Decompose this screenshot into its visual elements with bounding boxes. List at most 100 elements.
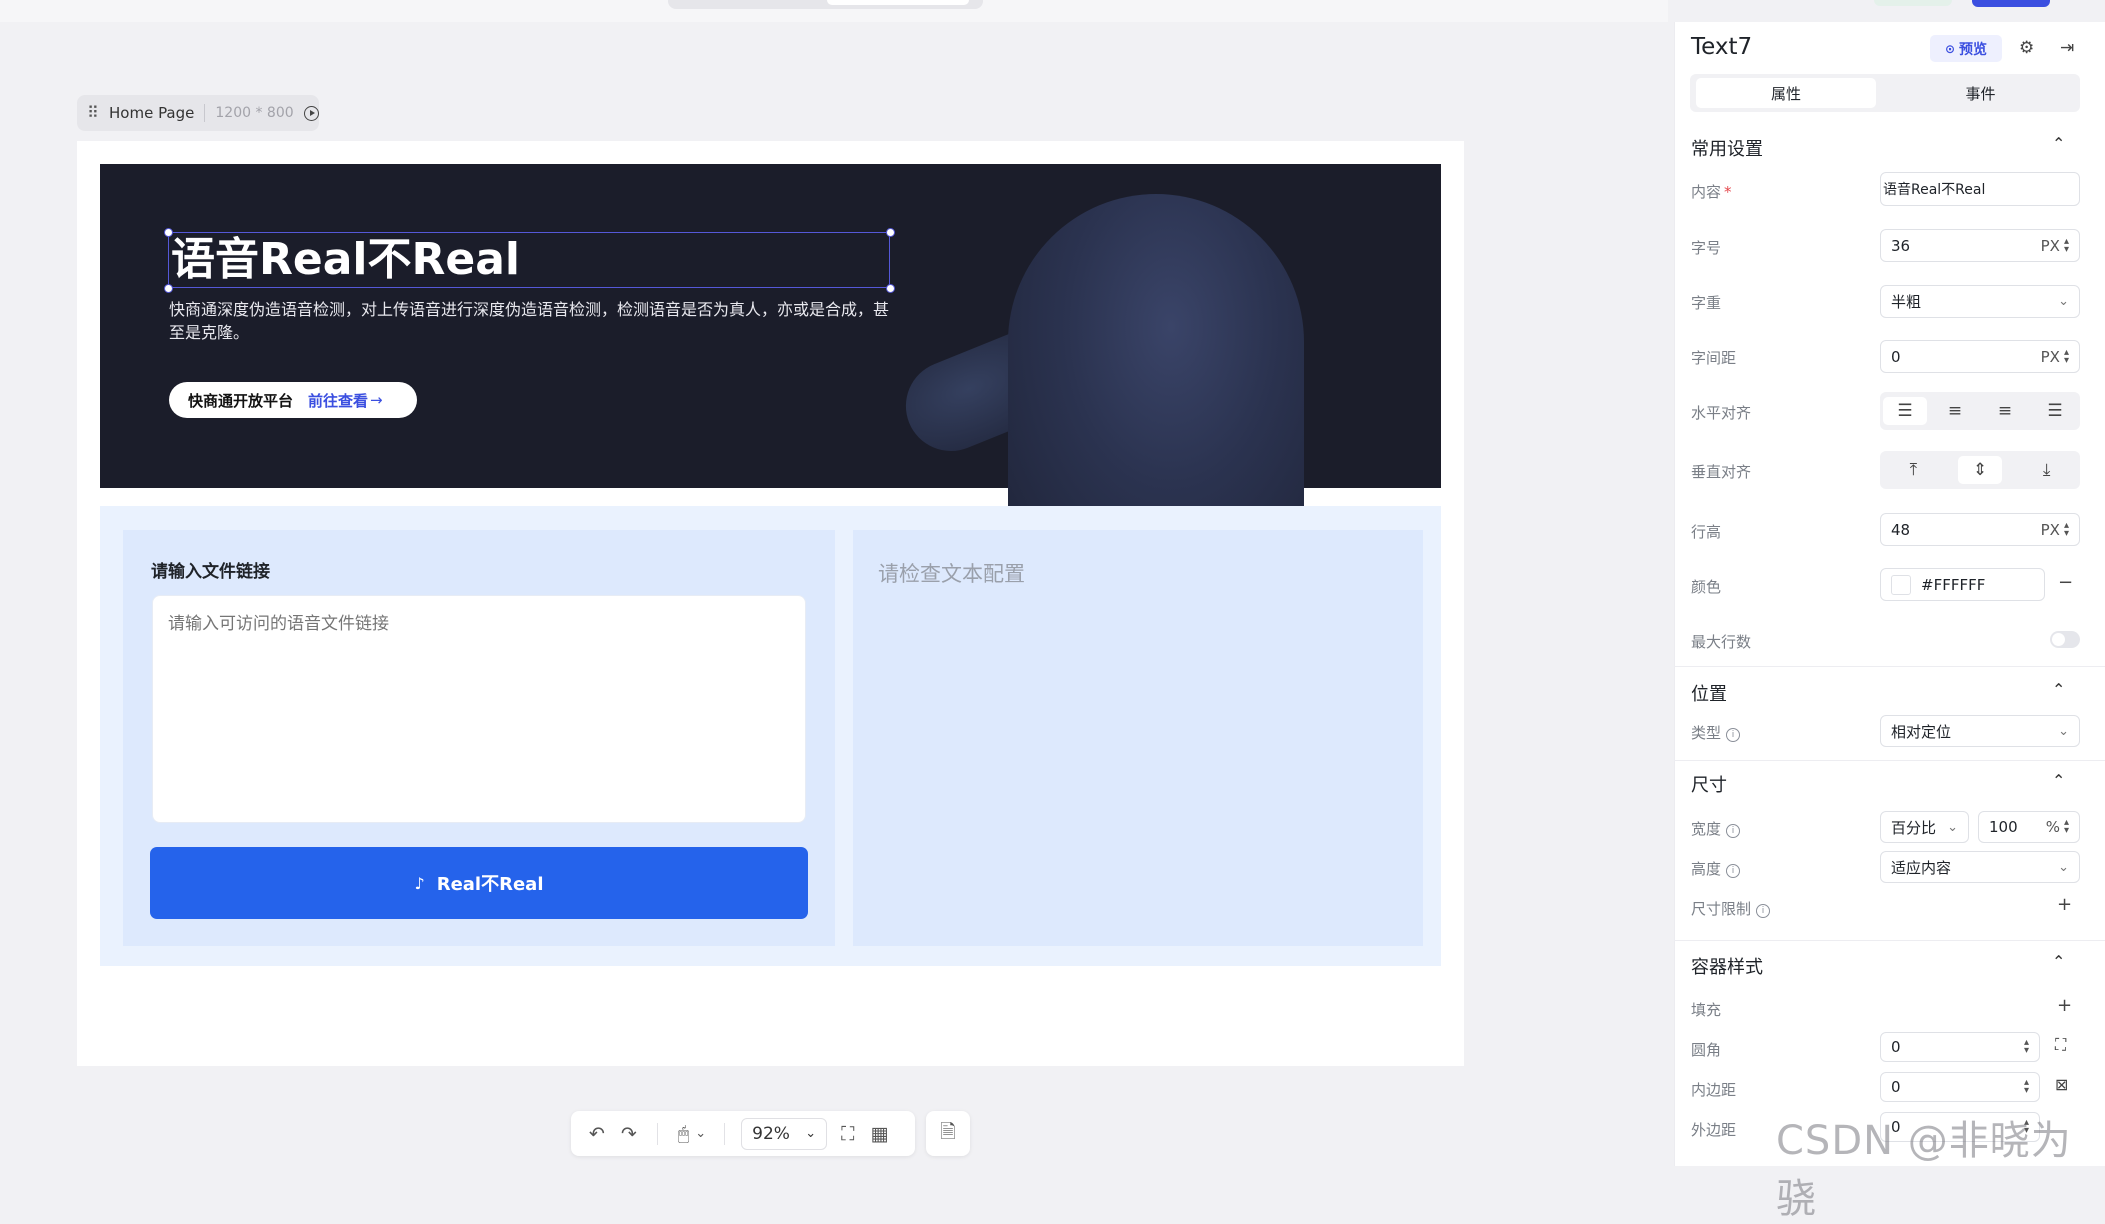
- expand-padding-icon[interactable]: ⊠: [2055, 1075, 2068, 1094]
- chevron-up-icon[interactable]: ⌃: [2052, 771, 2065, 790]
- font-weight-select[interactable]: 半粗 ⌄: [1880, 285, 2080, 318]
- width-mode-select[interactable]: 百分比 ⌄: [1880, 811, 1969, 843]
- line-height-input[interactable]: 48 PX ▴ ▾: [1880, 513, 2080, 546]
- preview-button[interactable]: ⊙ 预览: [1930, 35, 2002, 62]
- fit-screen-icon[interactable]: ⛶: [841, 1123, 854, 1145]
- resize-handle-bottom-left[interactable]: [164, 284, 173, 293]
- unit-px: PX: [2040, 520, 2060, 539]
- color-input[interactable]: #FFFFFF: [1880, 568, 2045, 601]
- export-button[interactable]: 🗎: [926, 1111, 970, 1156]
- content-label: 内容 *: [1691, 183, 1732, 201]
- expand-corners-icon[interactable]: ⛶: [2055, 1035, 2066, 1055]
- align-justify-icon[interactable]: ☰: [2033, 397, 2077, 425]
- play-icon[interactable]: [303, 105, 319, 121]
- font-size-label: 字号: [1691, 239, 1722, 257]
- file-url-input[interactable]: [152, 595, 806, 823]
- align-bottom-icon[interactable]: ⤓: [2025, 456, 2069, 484]
- top-action-button-secondary[interactable]: [1874, 0, 1952, 6]
- align-center-icon[interactable]: ≡: [1933, 397, 1977, 425]
- page-tab[interactable]: ⠿ Home Page 1200 * 800: [77, 95, 319, 131]
- drag-handle-icon[interactable]: ⠿: [87, 105, 99, 121]
- zoom-level: 92%: [752, 1123, 790, 1144]
- size-limit-label: 尺寸限制 i: [1691, 898, 1771, 919]
- tab-events[interactable]: 事件: [1888, 78, 2073, 108]
- width-input[interactable]: 100 % ▴ ▾: [1978, 811, 2080, 843]
- zoom-select[interactable]: 92% ⌄: [741, 1117, 828, 1150]
- canvas-toolbar: ↶ ↷ 🖱 ⌄ 92% ⌄ ⛶ ▦: [571, 1111, 915, 1156]
- unit-px: PX: [2040, 347, 2060, 366]
- top-action-button-primary[interactable]: [1972, 0, 2050, 7]
- undo-icon[interactable]: ↶: [589, 1123, 605, 1145]
- position-type-value: 相对定位: [1891, 722, 1952, 741]
- height-value: 适应内容: [1891, 858, 1952, 877]
- font-size-input[interactable]: 36 PX ▴ ▾: [1880, 229, 2080, 262]
- line-height-label: 行高: [1691, 523, 1722, 541]
- add-icon[interactable]: +: [2057, 995, 2072, 1016]
- chevron-down-icon: ⌄: [2058, 723, 2069, 739]
- grid-icon[interactable]: ▦: [870, 1123, 888, 1145]
- chevron-down-icon: ⌄: [2058, 294, 2069, 309]
- result-card: [853, 530, 1423, 946]
- resize-handle-top-left[interactable]: [164, 228, 173, 237]
- stepper-icon[interactable]: ▴ ▾: [2024, 1078, 2029, 1096]
- view-link[interactable]: 前往查看: [308, 390, 368, 411]
- radius-value: 0: [1891, 1038, 1901, 1056]
- collapse-panel-icon[interactable]: ⇥: [2060, 38, 2074, 58]
- radius-input[interactable]: 0 ▴ ▾: [1880, 1032, 2040, 1062]
- chevron-down-icon[interactable]: ⌄: [695, 1126, 706, 1141]
- width-label: 宽度 i: [1691, 818, 1741, 839]
- height-select[interactable]: 适应内容 ⌄: [1880, 851, 2080, 883]
- align-middle-icon[interactable]: ⇕: [1957, 456, 2002, 484]
- unit-percent: %: [2045, 818, 2060, 836]
- chevron-down-icon: ⌄: [1947, 819, 1958, 835]
- padding-input[interactable]: 0 ▴ ▾: [1880, 1072, 2040, 1102]
- toolbar-divider: [724, 1122, 726, 1145]
- align-top-icon[interactable]: ⤒: [1891, 456, 1935, 484]
- preview-button-label: 预览: [1959, 41, 1988, 58]
- max-lines-toggle[interactable]: [2050, 631, 2080, 648]
- margin-label: 外边距: [1691, 1121, 1737, 1139]
- arrow-right-icon: →: [370, 391, 383, 409]
- position-type-select[interactable]: 相对定位 ⌄: [1880, 715, 2080, 747]
- toolbar-divider: [656, 1122, 658, 1145]
- real-check-button[interactable]: ♪ Real不Real: [150, 847, 808, 919]
- color-swatch[interactable]: [1891, 574, 1911, 595]
- platform-brand: 快商通开放平台: [188, 391, 294, 410]
- section-common-title: 常用设置: [1691, 139, 1763, 160]
- align-right-icon[interactable]: ≡: [1983, 397, 2027, 425]
- chevron-up-icon[interactable]: ⌃: [2052, 680, 2065, 699]
- stepper-icon[interactable]: ▴ ▾: [2064, 347, 2069, 365]
- resize-handle-bottom-right[interactable]: [886, 284, 895, 293]
- stepper-icon[interactable]: ▴ ▾: [2064, 236, 2069, 254]
- align-left-icon[interactable]: ☰: [1883, 397, 1927, 425]
- letter-spacing-input[interactable]: 0 PX ▴ ▾: [1880, 340, 2080, 373]
- tab-properties[interactable]: 属性: [1696, 78, 1876, 108]
- mouse-icon[interactable]: 🖱: [678, 1123, 689, 1145]
- chevron-up-icon[interactable]: ⌃: [2052, 952, 2065, 971]
- stepper-icon[interactable]: ▴ ▾: [2064, 520, 2069, 538]
- hero-description[interactable]: 快商通深度伪造语音检测，对上传语音进行深度伪造语音检测，检测语音是否为真人，亦或…: [169, 298, 889, 344]
- selection-box[interactable]: [168, 232, 890, 288]
- font-weight-value: 半粗: [1891, 293, 1922, 311]
- remove-icon[interactable]: −: [2058, 572, 2073, 593]
- voice-wave-icon: ♪: [414, 873, 425, 893]
- divider: [204, 104, 206, 122]
- chevron-up-icon[interactable]: ⌃: [2052, 134, 2065, 153]
- stepper-icon[interactable]: ▴ ▾: [2024, 1038, 2029, 1056]
- page-name: Home Page: [109, 104, 195, 122]
- page-size: 1200 * 800: [215, 105, 294, 121]
- color-label: 颜色: [1691, 578, 1722, 596]
- position-type-label: 类型 i: [1691, 722, 1741, 743]
- add-icon[interactable]: +: [2057, 894, 2072, 915]
- stepper-icon[interactable]: ▴ ▾: [2064, 818, 2069, 836]
- resize-handle-top-right[interactable]: [886, 228, 895, 237]
- horizontal-align-group: ☰ ≡ ≡ ☰: [1880, 392, 2080, 430]
- platform-link-pill[interactable]: 快商通开放平台 前往查看 →: [169, 382, 417, 418]
- real-check-button-label: Real不Real: [436, 874, 544, 895]
- redo-icon[interactable]: ↷: [621, 1123, 637, 1145]
- vertical-align-label: 垂直对齐: [1691, 463, 1752, 481]
- top-segment-active[interactable]: [827, 0, 969, 5]
- unit-px: PX: [2040, 236, 2060, 255]
- gear-icon[interactable]: ⚙: [2019, 38, 2034, 58]
- content-input[interactable]: 语音Real不Real: [1880, 172, 2080, 206]
